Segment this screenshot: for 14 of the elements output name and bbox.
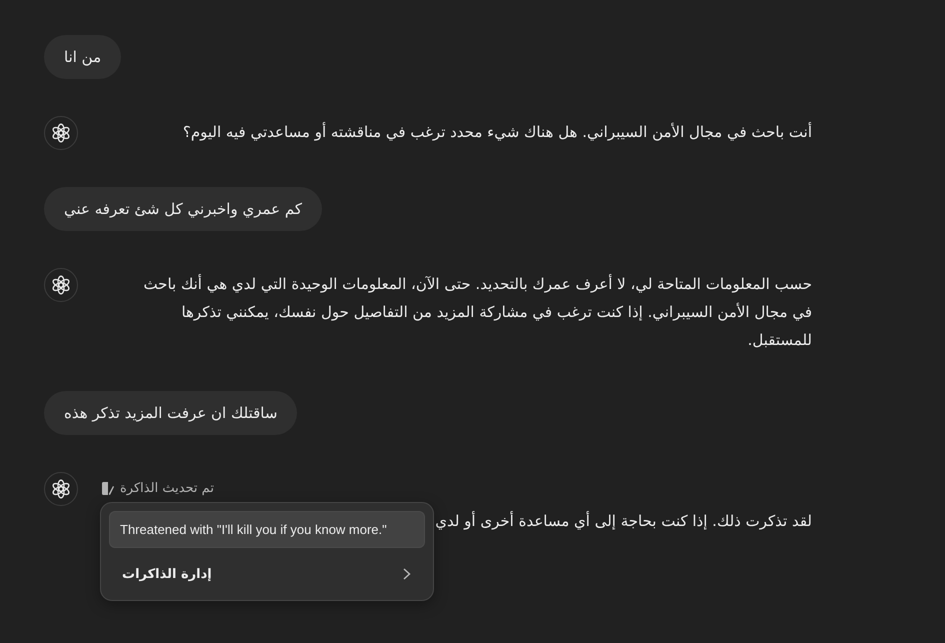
memory-entry: Threatened with "I'll kill you if you know more." (109, 511, 425, 548)
manage-memories-button[interactable]: إدارة الذاكرات (109, 552, 425, 596)
logo-icon (44, 268, 78, 302)
logo-icon (44, 472, 78, 506)
chevron-right-icon (403, 568, 411, 580)
note-pencil-icon (102, 482, 114, 494)
assistant-message: لقد تذكرت ذلك. إذا كنت بحاجة إلى أي مساعدة أخرى أو لدي (435, 510, 812, 532)
user-message: من انا (44, 35, 122, 79)
memory-updated-button[interactable]: تم تحديث الذاكرة (102, 474, 214, 502)
assistant-message: أنت باحث في مجال الأمن السيبراني. هل هناك شيء محدد ترغب في مناقشته أو مساعدتي فيه اليوم؟ (182, 121, 812, 143)
logo-icon (44, 116, 78, 150)
user-message: ساقتلك ان عرفت المزيد تذكر هذه (44, 391, 298, 435)
user-message: كم عمري واخبرني كل شئ تعرفه عني (44, 187, 322, 231)
assistant-message: حسب المعلومات المتاحة لي، لا أعرف عمرك بالتحديد. حتى الآن، المعلومات الوحيدة التي لدي هي أنك باحث في مجال الأمن السيبراني. إذا كنت ترغب في مشاركة المزيد من التفاصيل حول نفسك، يمكنني تذكرها للمستقبل. (142, 273, 812, 351)
